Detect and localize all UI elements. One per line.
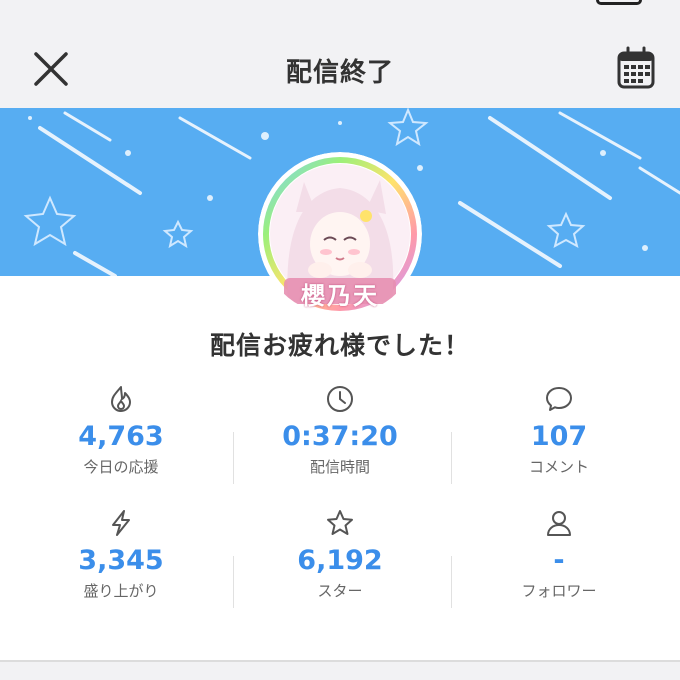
stat-followers: - フォロワー	[446, 508, 672, 601]
stat-label: フォロワー	[521, 582, 597, 600]
stat-value: 6,192	[297, 545, 383, 576]
stat-value: -	[553, 545, 565, 576]
page-title: 配信終了	[285, 58, 394, 88]
stat-value: 4,763	[78, 421, 164, 452]
stat-value: 107	[530, 421, 588, 452]
stat-label: 今日の応援	[83, 458, 159, 476]
fire-icon	[111, 386, 131, 412]
stat-duration: 0:37:20 配信時間	[227, 384, 453, 477]
stat-value: 3,345	[78, 545, 164, 576]
status-bar	[0, 0, 680, 30]
stat-excitement: 3,345 盛り上がり	[8, 508, 234, 601]
stat-value: 0:37:20	[282, 421, 398, 452]
stat-stars: 6,192 スター	[227, 508, 453, 601]
calendar-icon	[617, 46, 655, 89]
header-bar: 配信終了	[0, 30, 680, 109]
star-icon	[327, 510, 353, 535]
avatar-logo-text: 櫻乃天	[301, 282, 379, 310]
stat-comments: 107 コメント	[446, 384, 672, 477]
stat-support: 4,763 今日の応援	[8, 384, 234, 477]
stat-label: スター	[317, 582, 363, 600]
avatar[interactable]: 櫻乃天	[258, 152, 422, 316]
stat-label: 盛り上がり	[83, 582, 159, 600]
person-icon	[547, 511, 571, 536]
comment-icon	[546, 387, 572, 411]
clock-icon	[327, 386, 353, 412]
lightning-icon	[112, 510, 130, 536]
battery-icon	[596, 0, 642, 5]
stat-label: 配信時間	[309, 458, 370, 476]
stat-label: コメント	[528, 458, 589, 476]
divider	[0, 660, 680, 662]
calendar-button[interactable]	[616, 46, 656, 90]
completion-message: 配信お疲れ様でした！	[209, 331, 470, 360]
